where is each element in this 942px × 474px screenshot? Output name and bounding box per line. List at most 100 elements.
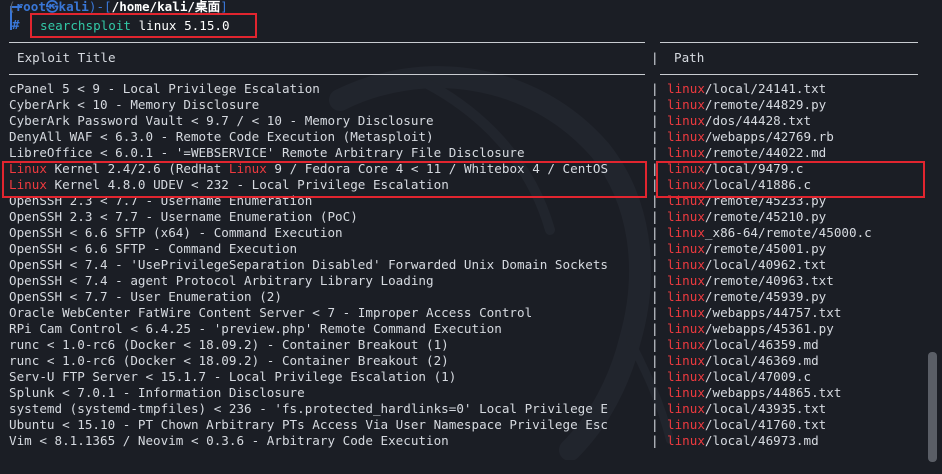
text-segment: runc < 1.0-rc6 (Docker < 18.09.2) - Cont… (9, 337, 449, 352)
search-match: linux (667, 209, 705, 224)
column-divider: | (651, 241, 659, 256)
search-match: linux (667, 273, 705, 288)
exploit-title: OpenSSH < 6.6 SFTP (x64) - Command Execu… (9, 225, 645, 241)
exploit-title: DenyAll WAF < 6.3.0 - Remote Code Execut… (9, 129, 645, 145)
text-segment: /remote/40963.txt (704, 273, 834, 288)
table-top-rule-path (660, 42, 918, 43)
exploit-title: systemd (systemd-tmpfiles) < 236 - 'fs.p… (9, 401, 645, 417)
search-match: linux (667, 225, 705, 240)
exploit-path: linux/webapps/44757.txt (667, 305, 841, 321)
text-segment: /local/46973.md (704, 433, 819, 448)
text-segment: OpenSSH < 7.7 - User Enumeration (2) (9, 289, 282, 304)
text-segment: OpenSSH < 6.6 SFTP (x64) - Command Execu… (9, 225, 343, 240)
column-divider: | (651, 97, 659, 112)
search-match: linux (667, 289, 705, 304)
exploit-path: linux/local/24141.txt (667, 81, 826, 97)
text-segment: /dos/44428.txt (704, 113, 812, 128)
text-segment: /local/43935.txt (704, 401, 827, 416)
column-divider: | (651, 289, 659, 304)
exploit-path: linux/webapps/44865.txt (667, 385, 841, 401)
exploit-title: OpenSSH < 6.6 SFTP - Command Execution (9, 241, 645, 257)
column-divider: | (651, 417, 659, 432)
kernel-annotation-box-path (656, 161, 925, 198)
text-segment: /local/24141.txt (704, 81, 827, 96)
text-segment: /webapps/44757.txt (704, 305, 842, 320)
exploit-path: linux/local/46369.md (667, 353, 819, 369)
text-segment: /local/40962.txt (704, 257, 827, 272)
search-match: linux (667, 81, 705, 96)
exploit-path: linux/local/46359.md (667, 337, 819, 353)
text-segment: /webapps/44865.txt (704, 385, 842, 400)
terminal-window[interactable]: (root㉿kali)-[/home/kali/桌面] # searchsplo… (0, 0, 942, 474)
column-divider: | (651, 401, 659, 416)
column-divider: | (651, 225, 659, 240)
search-match: linux (667, 145, 705, 160)
column-divider: | (651, 305, 659, 320)
exploit-title: cPanel 5 < 9 - Local Privilege Escalatio… (9, 81, 645, 97)
exploit-title: CyberArk Password Vault < 9.7 / < 10 - M… (9, 113, 645, 129)
text-segment: /local/47009.c (704, 369, 812, 384)
prompt-header: (root㉿kali)-[/home/kali/桌面] (8, 0, 228, 14)
search-match: linux (667, 97, 705, 112)
text-segment: _x86-64/remote/45000.c (704, 225, 872, 240)
column-divider: | (651, 385, 659, 400)
search-match: linux (667, 241, 705, 256)
search-match: linux (667, 385, 705, 400)
text-segment: CyberArk Password Vault < 9.7 / < 10 - M… (9, 113, 434, 128)
text-segment: Vim < 8.1.1365 / Neovim < 0.3.6 - Arbitr… (9, 433, 449, 448)
exploit-path: linux/webapps/45361.py (667, 321, 834, 337)
text-segment: RPi Cam Control < 6.4.25 - 'preview.php'… (9, 321, 502, 336)
column-divider: | (651, 129, 659, 144)
exploit-path: linux/remote/45001.py (667, 241, 826, 257)
text-segment: /remote/45210.py (704, 209, 827, 224)
text-segment: OpenSSH < 7.4 - agent Protocol Arbitrary… (9, 273, 434, 288)
header-path: Path (674, 50, 705, 65)
exploit-path: linux/remote/44022.md (667, 145, 826, 161)
column-divider: | (651, 321, 659, 336)
exploit-title: OpenSSH < 7.7 - User Enumeration (2) (9, 289, 645, 305)
text-segment: /webapps/45361.py (704, 321, 834, 336)
text-segment: OpenSSH 2.3 < 7.7 - Username Enumeration… (9, 209, 358, 224)
search-match: linux (667, 369, 705, 384)
table-header-rule (9, 74, 645, 75)
search-match: linux (667, 353, 705, 368)
search-match: linux (667, 401, 705, 416)
search-match: linux (667, 417, 705, 432)
exploit-path: linux/remote/44829.py (667, 97, 826, 113)
column-divider: | (651, 337, 659, 352)
search-match: linux (667, 433, 705, 448)
exploit-path: linux/local/43935.txt (667, 401, 826, 417)
text-segment: Splunk < 7.0.1 - Information Disclosure (9, 385, 305, 400)
exploit-title: Oracle WebCenter FatWire Content Server … (9, 305, 645, 321)
exploit-path: linux/remote/40963.txt (667, 273, 834, 289)
text-segment: LibreOffice < 6.0.1 - '=WEBSERVICE' Remo… (9, 145, 525, 160)
exploit-title: CyberArk < 10 - Memory Disclosure (9, 97, 645, 113)
exploit-path: linux/webapps/42769.rb (667, 129, 834, 145)
header-exploit-title: Exploit Title (17, 50, 116, 65)
search-match: linux (667, 305, 705, 320)
column-divider: | (651, 369, 659, 384)
column-divider: | (651, 257, 659, 272)
column-divider: | (651, 273, 659, 288)
text-segment: cPanel 5 < 9 - Local Privilege Escalatio… (9, 81, 320, 96)
exploit-path: linux/local/41760.txt (667, 417, 826, 433)
search-match: linux (667, 113, 705, 128)
exploit-title: OpenSSH 2.3 < 7.7 - Username Enumeration… (9, 209, 645, 225)
command-annotation-box (30, 13, 257, 38)
column-divider: | (651, 113, 659, 128)
table-header-rule-path (660, 74, 918, 75)
exploit-title: Splunk < 7.0.1 - Information Disclosure (9, 385, 645, 401)
text-segment: /remote/45939.py (704, 289, 827, 304)
exploit-title: Ubuntu < 15.10 - PT Chown Arbitrary PTs … (9, 417, 645, 433)
kernel-annotation-box-title (2, 161, 647, 198)
table-top-rule (9, 42, 645, 43)
search-match: linux (667, 129, 705, 144)
text-segment: /local/41760.txt (704, 417, 827, 432)
text-segment: /remote/44022.md (704, 145, 827, 160)
exploit-title: OpenSSH < 7.4 - 'UsePrivilegeSeparation … (9, 257, 645, 273)
scrollbar-thumb[interactable] (928, 352, 937, 462)
prompt-symbol: # (12, 17, 20, 32)
text-segment: /remote/44829.py (704, 97, 827, 112)
text-segment: /local/46369.md (704, 353, 819, 368)
text-segment: Serv-U FTP Server < 15.1.7 - Local Privi… (9, 369, 457, 384)
